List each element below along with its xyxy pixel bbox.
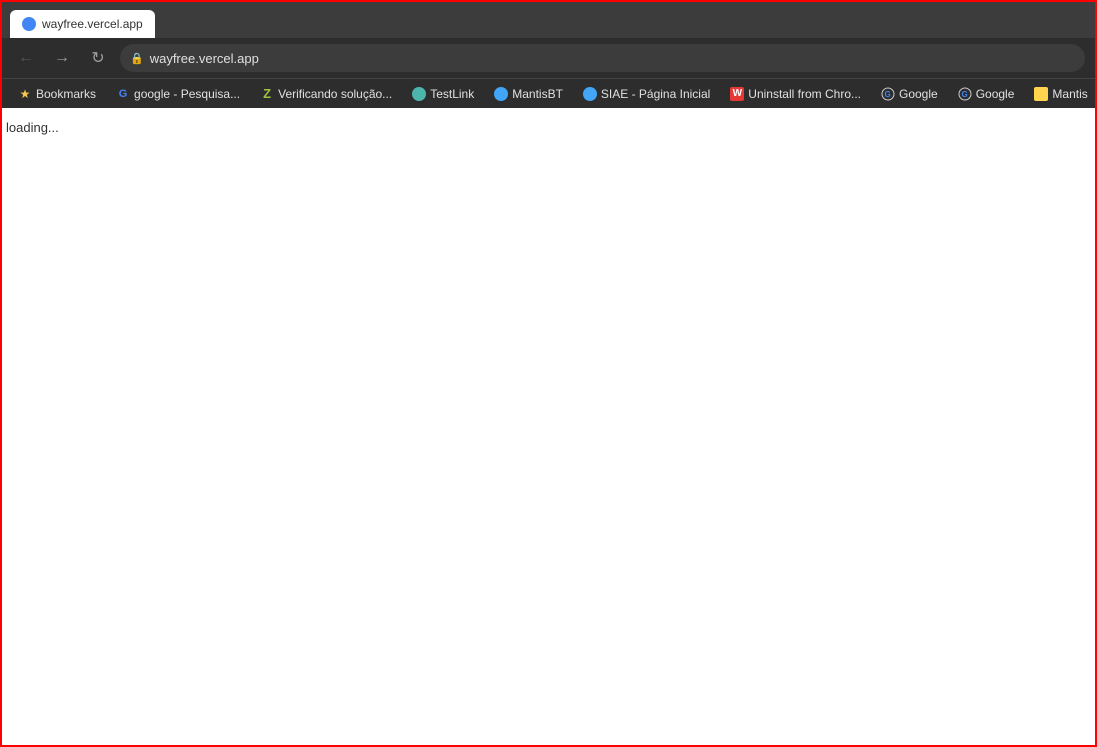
tab-title: wayfree.vercel.app	[42, 17, 143, 31]
active-tab[interactable]: wayfree.vercel.app	[10, 10, 155, 38]
uninstall-favicon: W	[730, 87, 744, 101]
address-bar[interactable]: 🔒 wayfree.vercel.app	[120, 44, 1085, 72]
bookmark-label-google3: Google	[976, 87, 1015, 101]
star-icon: ★	[18, 87, 32, 101]
bookmark-item-google3[interactable]: G Google	[950, 85, 1023, 103]
svg-text:G: G	[885, 90, 891, 99]
page-content: loading...	[2, 108, 1095, 745]
bookmark-item-uninstall[interactable]: W Uninstall from Chro...	[722, 85, 869, 103]
bookmark-label-bookmarks: Bookmarks	[36, 87, 96, 101]
testlink-favicon	[412, 87, 426, 101]
toolbar: ← → ↻ 🔒 wayfree.vercel.app	[2, 38, 1095, 78]
bookmark-item-mantis[interactable]: Mantis	[1026, 85, 1095, 103]
tab-bar: wayfree.vercel.app	[2, 2, 1095, 38]
reload-button[interactable]: ↻	[84, 44, 112, 72]
loading-text: loading...	[6, 120, 59, 135]
tab-favicon	[22, 17, 36, 31]
mantis-favicon	[1034, 87, 1048, 101]
google3-favicon: G	[958, 87, 972, 101]
bookmark-item-mantisbt[interactable]: MantisBT	[486, 85, 571, 103]
svg-text:G: G	[961, 90, 967, 99]
forward-button[interactable]: →	[48, 44, 76, 72]
bookmark-item-bookmarks[interactable]: ★ Bookmarks	[10, 85, 104, 103]
back-button[interactable]: ←	[12, 44, 40, 72]
bookmark-item-google[interactable]: G google - Pesquisa...	[108, 85, 248, 103]
bookmark-label-google2: Google	[899, 87, 938, 101]
bookmark-item-verificando[interactable]: Z Verificando solução...	[252, 85, 400, 103]
bookmark-label-google: google - Pesquisa...	[134, 87, 240, 101]
bookmark-label-mantis: Mantis	[1052, 87, 1087, 101]
verificando-favicon: Z	[260, 87, 274, 101]
google2-favicon: G	[881, 87, 895, 101]
lock-icon: 🔒	[130, 52, 144, 65]
siae-favicon	[583, 87, 597, 101]
mantisbt-favicon	[494, 87, 508, 101]
browser-chrome: wayfree.vercel.app ← → ↻ 🔒 wayfree.verce…	[2, 2, 1095, 108]
bookmarks-bar: ★ Bookmarks G google - Pesquisa... Z Ver…	[2, 78, 1095, 108]
bookmark-label-mantisbt: MantisBT	[512, 87, 563, 101]
bookmark-item-testlink[interactable]: TestLink	[404, 85, 482, 103]
address-text: wayfree.vercel.app	[150, 51, 259, 66]
bookmark-item-siae[interactable]: SIAE - Página Inicial	[575, 85, 718, 103]
bookmark-label-verificando: Verificando solução...	[278, 87, 392, 101]
bookmark-item-google2[interactable]: G Google	[873, 85, 946, 103]
google-favicon: G	[116, 87, 130, 101]
bookmark-label-uninstall: Uninstall from Chro...	[748, 87, 861, 101]
bookmark-label-siae: SIAE - Página Inicial	[601, 87, 710, 101]
bookmark-label-testlink: TestLink	[430, 87, 474, 101]
